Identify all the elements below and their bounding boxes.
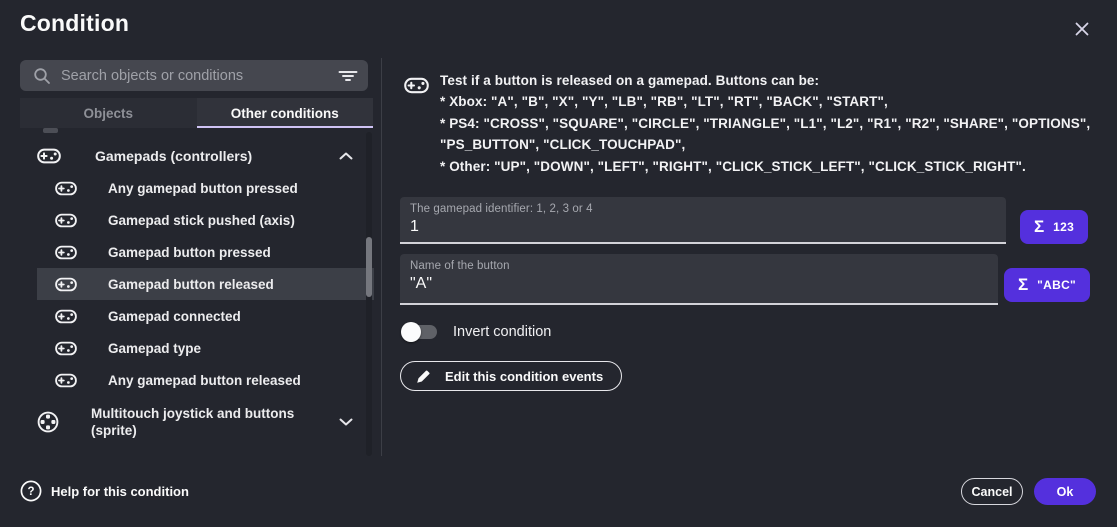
list-item-label: Gamepad button released: [108, 277, 274, 292]
help-link[interactable]: ? Help for this condition: [20, 480, 189, 502]
search-icon: [33, 67, 51, 85]
toggle-thumb: [401, 322, 421, 342]
button-name-input[interactable]: [410, 275, 988, 293]
description-line: * Other: "UP", "DOWN", "LEFT", "RIGHT", …: [440, 156, 1105, 177]
tab-other-conditions[interactable]: Other conditions: [197, 98, 374, 128]
expression-builder-string-button[interactable]: Σ "ABC": [1004, 268, 1090, 302]
multitouch-icon: [37, 411, 59, 433]
tab-objects[interactable]: Objects: [20, 98, 197, 128]
gamepad-icon: [55, 277, 77, 292]
list-item-label: Gamepad button pressed: [108, 245, 271, 260]
gamepad-icon: [55, 213, 77, 228]
gamepad-icon: [55, 309, 77, 324]
sidebar-tabs: Objects Other conditions: [20, 98, 373, 128]
description-line: * Xbox: "A", "B", "X", "Y", "LB", "RB", …: [440, 91, 1105, 112]
button-name-field: Name of the button: [400, 254, 998, 305]
ok-button[interactable]: Ok: [1034, 478, 1096, 505]
invert-condition-label: Invert condition: [453, 324, 551, 340]
field-label: Name of the button: [410, 260, 988, 272]
close-button[interactable]: [1066, 13, 1098, 45]
list-item-selected[interactable]: Gamepad button released: [37, 268, 374, 300]
list-item-label: Gamepad stick pushed (axis): [108, 213, 295, 228]
sigma-button-label: 123: [1053, 220, 1074, 234]
list-item-label: Gamepad connected: [108, 309, 241, 324]
list-item[interactable]: Gamepad connected: [37, 300, 374, 332]
panel-divider: [381, 58, 382, 456]
gamepad-identifier-input[interactable]: [410, 218, 996, 236]
chevron-down-icon: [339, 418, 353, 426]
page-title: Condition: [20, 10, 129, 37]
edit-condition-events-button[interactable]: Edit this condition events: [400, 361, 622, 391]
help-icon: ?: [20, 480, 42, 502]
group-row-gamepads[interactable]: Gamepads (controllers): [0, 140, 374, 172]
condition-description: Test if a button is released on a gamepa…: [440, 70, 1105, 177]
description-line: "PS_BUTTON", "CLICK_TOUCHPAD",: [440, 134, 1105, 155]
group-label: Multitouch joystick and buttons (sprite): [91, 405, 339, 439]
gamepad-identifier-field: The gamepad identifier: 1, 2, 3 or 4: [400, 197, 1006, 244]
sigma-icon: Σ: [1018, 275, 1028, 295]
list-scrollbar-thumb[interactable]: [366, 237, 372, 297]
conditions-list: Gamepads (controllers) Any gamepad butto…: [0, 140, 374, 448]
invert-condition-toggle[interactable]: [403, 322, 437, 342]
gamepad-icon: [55, 181, 77, 196]
invert-condition-row: Invert condition: [403, 322, 551, 342]
gamepad-icon: [55, 245, 77, 260]
list-item-label: Any gamepad button released: [108, 373, 301, 388]
svg-text:?: ?: [27, 486, 34, 498]
search-input[interactable]: [61, 68, 338, 84]
gamepad-icon: [55, 341, 77, 356]
partially-scrolled-item: [43, 128, 58, 133]
sigma-button-label: "ABC": [1037, 278, 1076, 292]
description-line: * PS4: "CROSS", "SQUARE", "CIRCLE", "TRI…: [440, 113, 1105, 134]
condition-dialog: Condition Objects Other conditions Gamep…: [0, 0, 1117, 527]
filter-icon[interactable]: [338, 68, 358, 84]
close-icon: [1074, 21, 1090, 37]
sigma-icon: Σ: [1034, 217, 1044, 237]
group-label: Gamepads (controllers): [95, 148, 252, 164]
gamepad-icon: [404, 77, 429, 94]
list-item[interactable]: Gamepad button pressed: [37, 236, 374, 268]
expression-builder-number-button[interactable]: Σ 123: [1020, 210, 1088, 244]
list-item[interactable]: Gamepad type: [37, 332, 374, 364]
search-box: [20, 60, 368, 91]
description-line: Test if a button is released on a gamepa…: [440, 70, 1105, 91]
list-item[interactable]: Any gamepad button pressed: [37, 172, 374, 204]
field-label: The gamepad identifier: 1, 2, 3 or 4: [410, 203, 996, 215]
list-item[interactable]: Any gamepad button released: [37, 364, 374, 396]
help-link-label: Help for this condition: [51, 484, 189, 499]
group-row-multitouch[interactable]: Multitouch joystick and buttons (sprite): [0, 396, 374, 448]
edit-button-label: Edit this condition events: [445, 369, 603, 384]
gamepad-icon: [37, 148, 61, 164]
cancel-button[interactable]: Cancel: [961, 478, 1023, 505]
gamepad-icon: [55, 373, 77, 388]
list-item-label: Gamepad type: [108, 341, 201, 356]
pencil-icon: [415, 368, 432, 385]
list-item-label: Any gamepad button pressed: [108, 181, 298, 196]
list-item[interactable]: Gamepad stick pushed (axis): [37, 204, 374, 236]
chevron-up-icon: [339, 152, 353, 160]
